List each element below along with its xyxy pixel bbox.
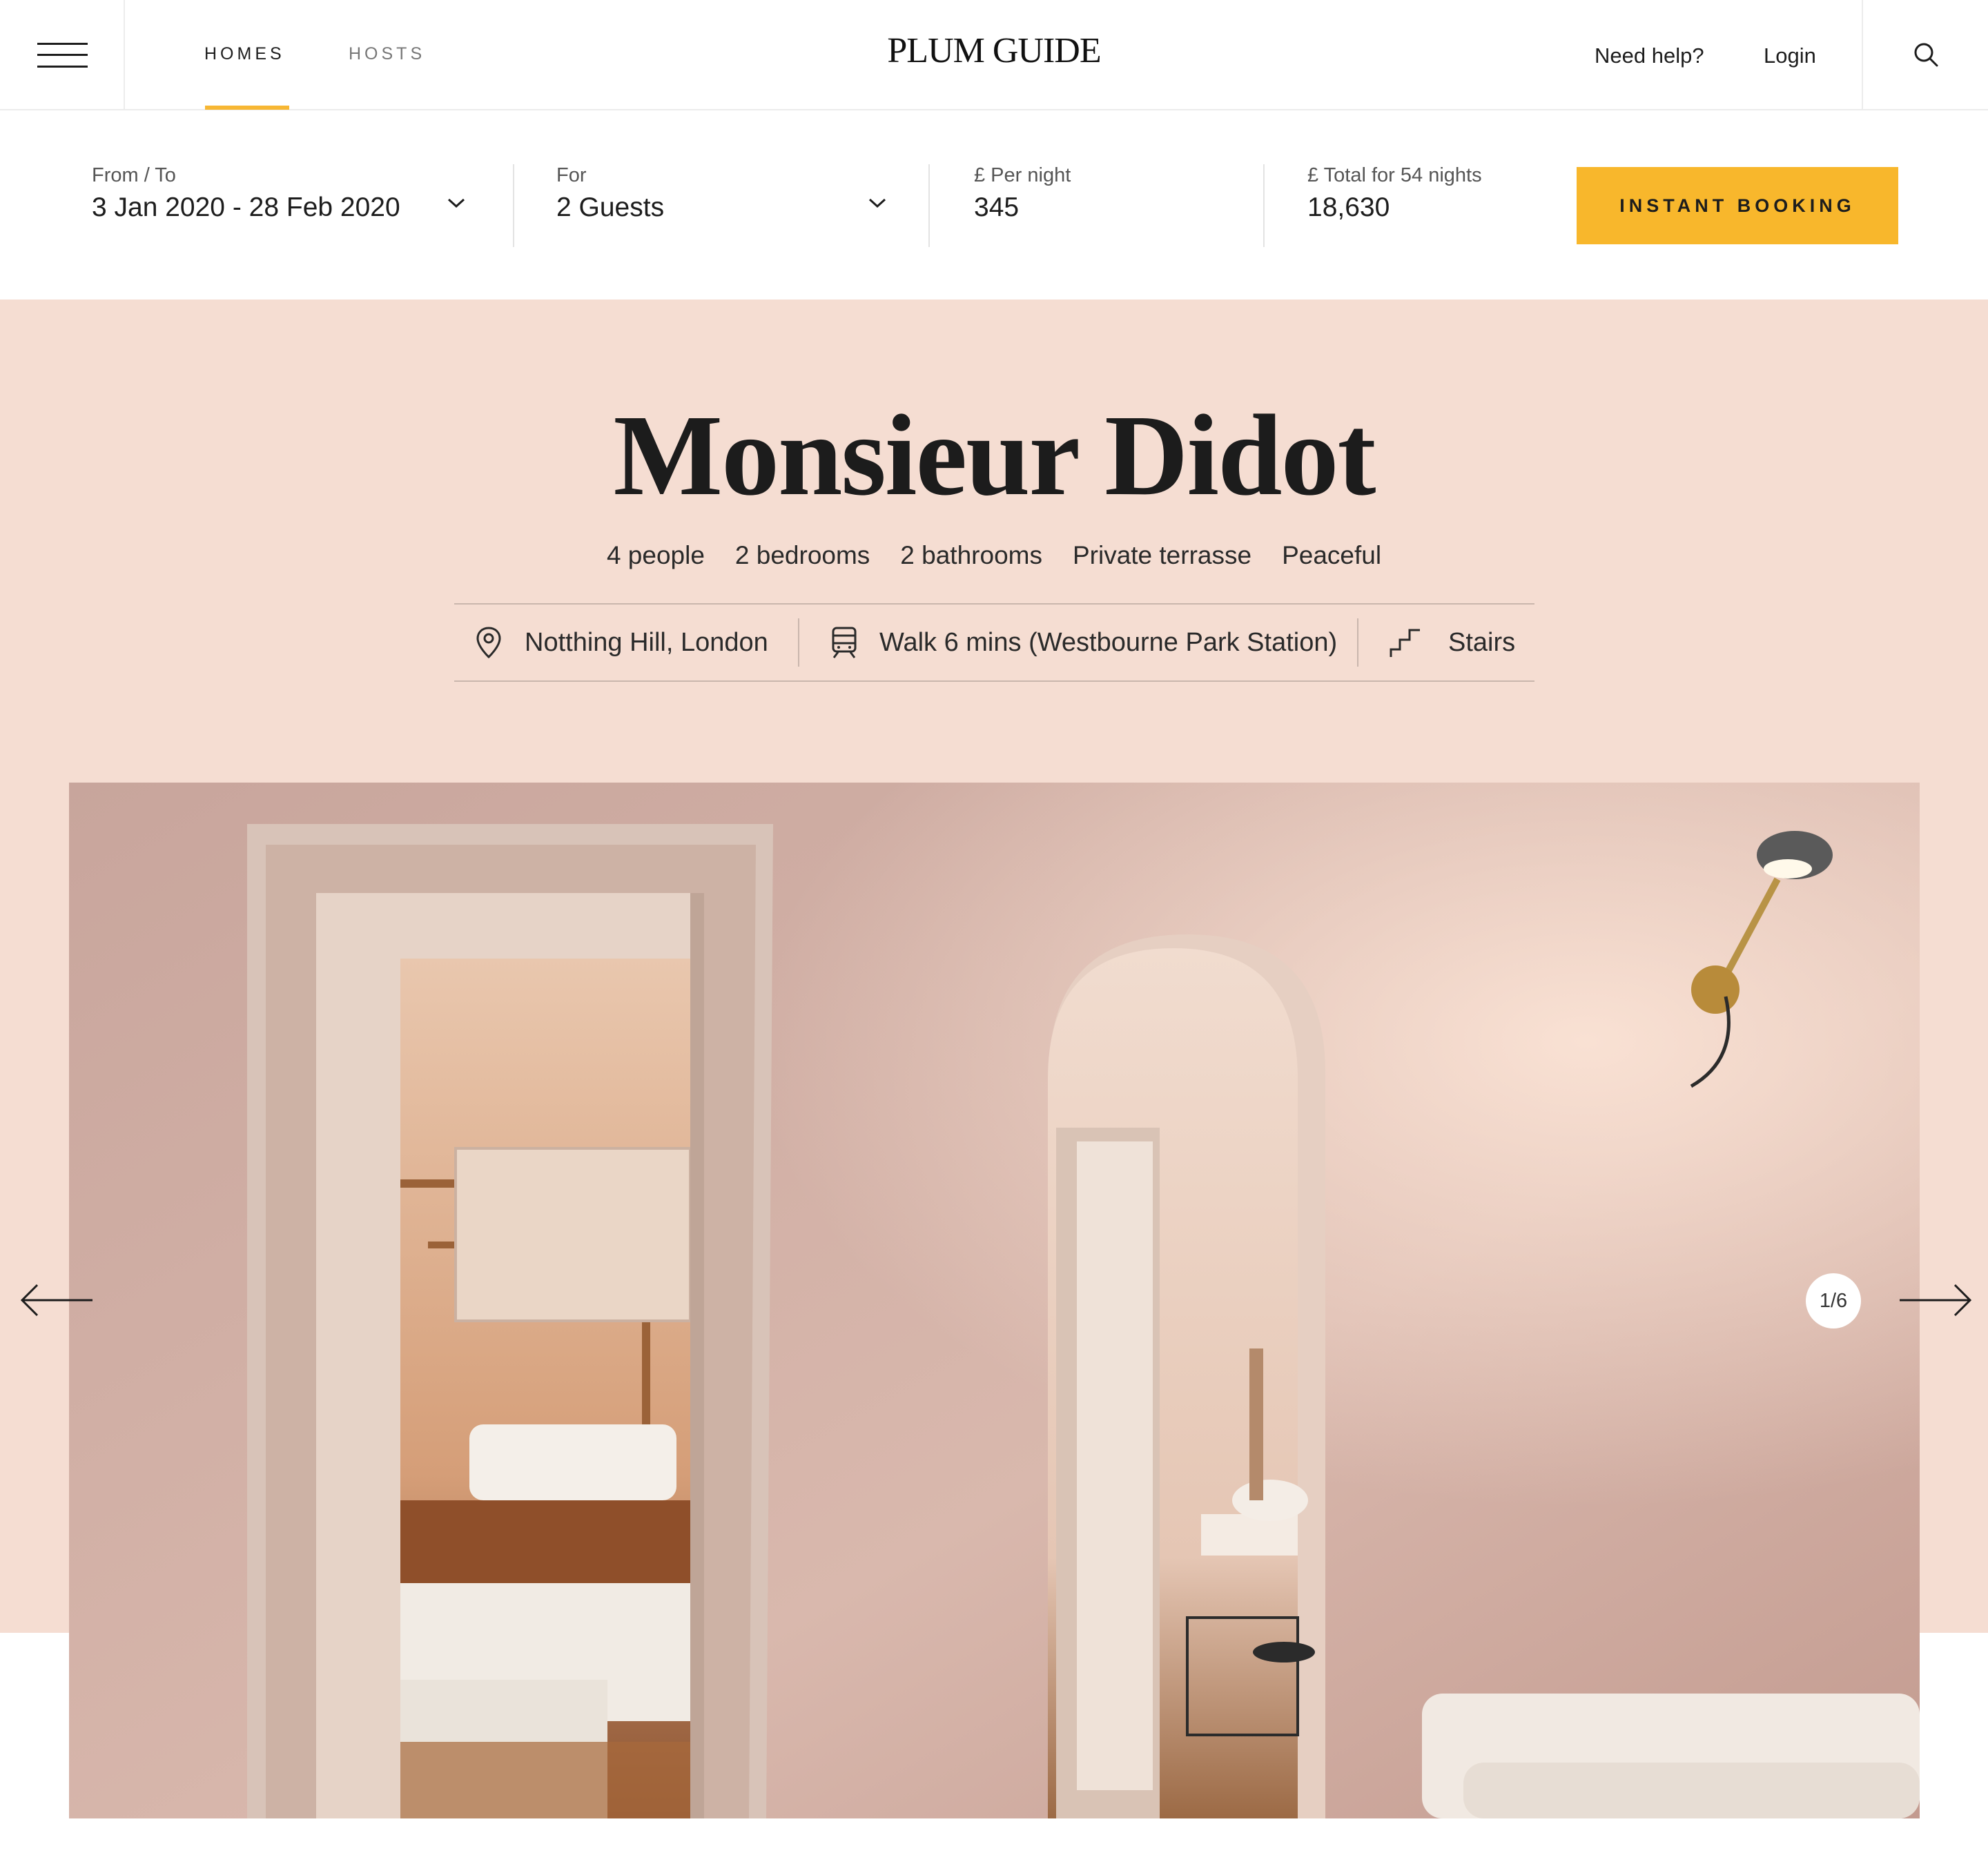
location-text: Notthing Hill, London xyxy=(525,627,768,657)
divider xyxy=(1357,618,1358,667)
access-text: Stairs xyxy=(1448,627,1516,657)
chevron-down-icon[interactable] xyxy=(446,196,467,210)
listing-title: Monsieur Didot xyxy=(613,391,1376,520)
divider xyxy=(798,618,799,667)
location-info: Notthing Hill, London xyxy=(475,605,768,680)
feature-people: 4 people xyxy=(606,541,705,569)
divider xyxy=(928,164,930,247)
booking-bar: From / To 3 Jan 2020 - 28 Feb 2020 For 2… xyxy=(0,110,1988,300)
feature-bedrooms: 2 bedrooms xyxy=(734,541,870,569)
hamburger-menu-icon[interactable] xyxy=(37,43,88,68)
guests-label: For xyxy=(556,164,587,186)
total-price: £ Total for 54 nights 18,630 xyxy=(1307,164,1570,223)
search-button[interactable] xyxy=(1862,0,1988,110)
divider xyxy=(513,164,514,247)
search-icon[interactable] xyxy=(1913,41,1939,68)
per-night-value: 345 xyxy=(974,193,1020,222)
need-help-link[interactable]: Need help? xyxy=(1595,0,1704,110)
location-pin-icon xyxy=(476,627,501,659)
dates-label: From / To xyxy=(92,164,176,186)
divider xyxy=(1263,164,1265,247)
access-info: Stairs xyxy=(1389,605,1515,680)
tab-homes[interactable]: HOMES xyxy=(204,0,285,110)
train-icon xyxy=(832,627,857,658)
feature-bathrooms: 2 bathrooms xyxy=(900,541,1042,569)
dates-selector[interactable]: From / To 3 Jan 2020 - 28 Feb 2020 xyxy=(92,164,478,223)
guests-value[interactable]: 2 Guests xyxy=(556,193,902,223)
transport-text: Walk 6 mins (Westbourne Park Station) xyxy=(879,627,1338,657)
per-night-label: £ Per night xyxy=(974,164,1071,186)
per-night-price: £ Per night 345 xyxy=(974,164,1250,223)
total-label: £ Total for 54 nights xyxy=(1307,164,1482,186)
interior-photo xyxy=(69,783,1920,1818)
guests-selector[interactable]: For 2 Guests xyxy=(556,164,902,223)
listing-features: 4 people 2 bedrooms 2 bathrooms Private … xyxy=(0,541,1988,570)
transport-info: Walk 6 mins (Westbourne Park Station) xyxy=(830,605,1337,680)
listing-info-row: Notthing Hill, London Walk 6 mins (Westb… xyxy=(454,603,1534,682)
next-arrow-icon[interactable] xyxy=(1897,1279,1973,1321)
previous-arrow-icon[interactable] xyxy=(19,1279,95,1321)
feature-terrace: Private terrasse xyxy=(1072,541,1252,569)
dates-value[interactable]: 3 Jan 2020 - 28 Feb 2020 xyxy=(92,193,478,223)
chevron-down-icon[interactable] xyxy=(867,196,888,210)
instant-booking-button[interactable]: INSTANT BOOKING xyxy=(1577,167,1898,244)
gallery-counter: 1/6 xyxy=(1806,1273,1861,1328)
top-navigation: HOMES HOSTS PLUM GUIDE Need help? Login xyxy=(0,0,1988,110)
tab-hosts[interactable]: HOSTS xyxy=(349,0,425,110)
login-link[interactable]: Login xyxy=(1764,0,1816,110)
stairs-icon xyxy=(1390,629,1420,657)
active-tab-indicator xyxy=(205,106,289,110)
feature-peaceful: Peaceful xyxy=(1282,541,1382,569)
total-value: 18,630 xyxy=(1307,193,1390,222)
menu-button[interactable] xyxy=(0,0,125,110)
brand-logo[interactable]: PLUM GUIDE xyxy=(856,30,1132,71)
listing-photo[interactable] xyxy=(69,783,1920,1818)
